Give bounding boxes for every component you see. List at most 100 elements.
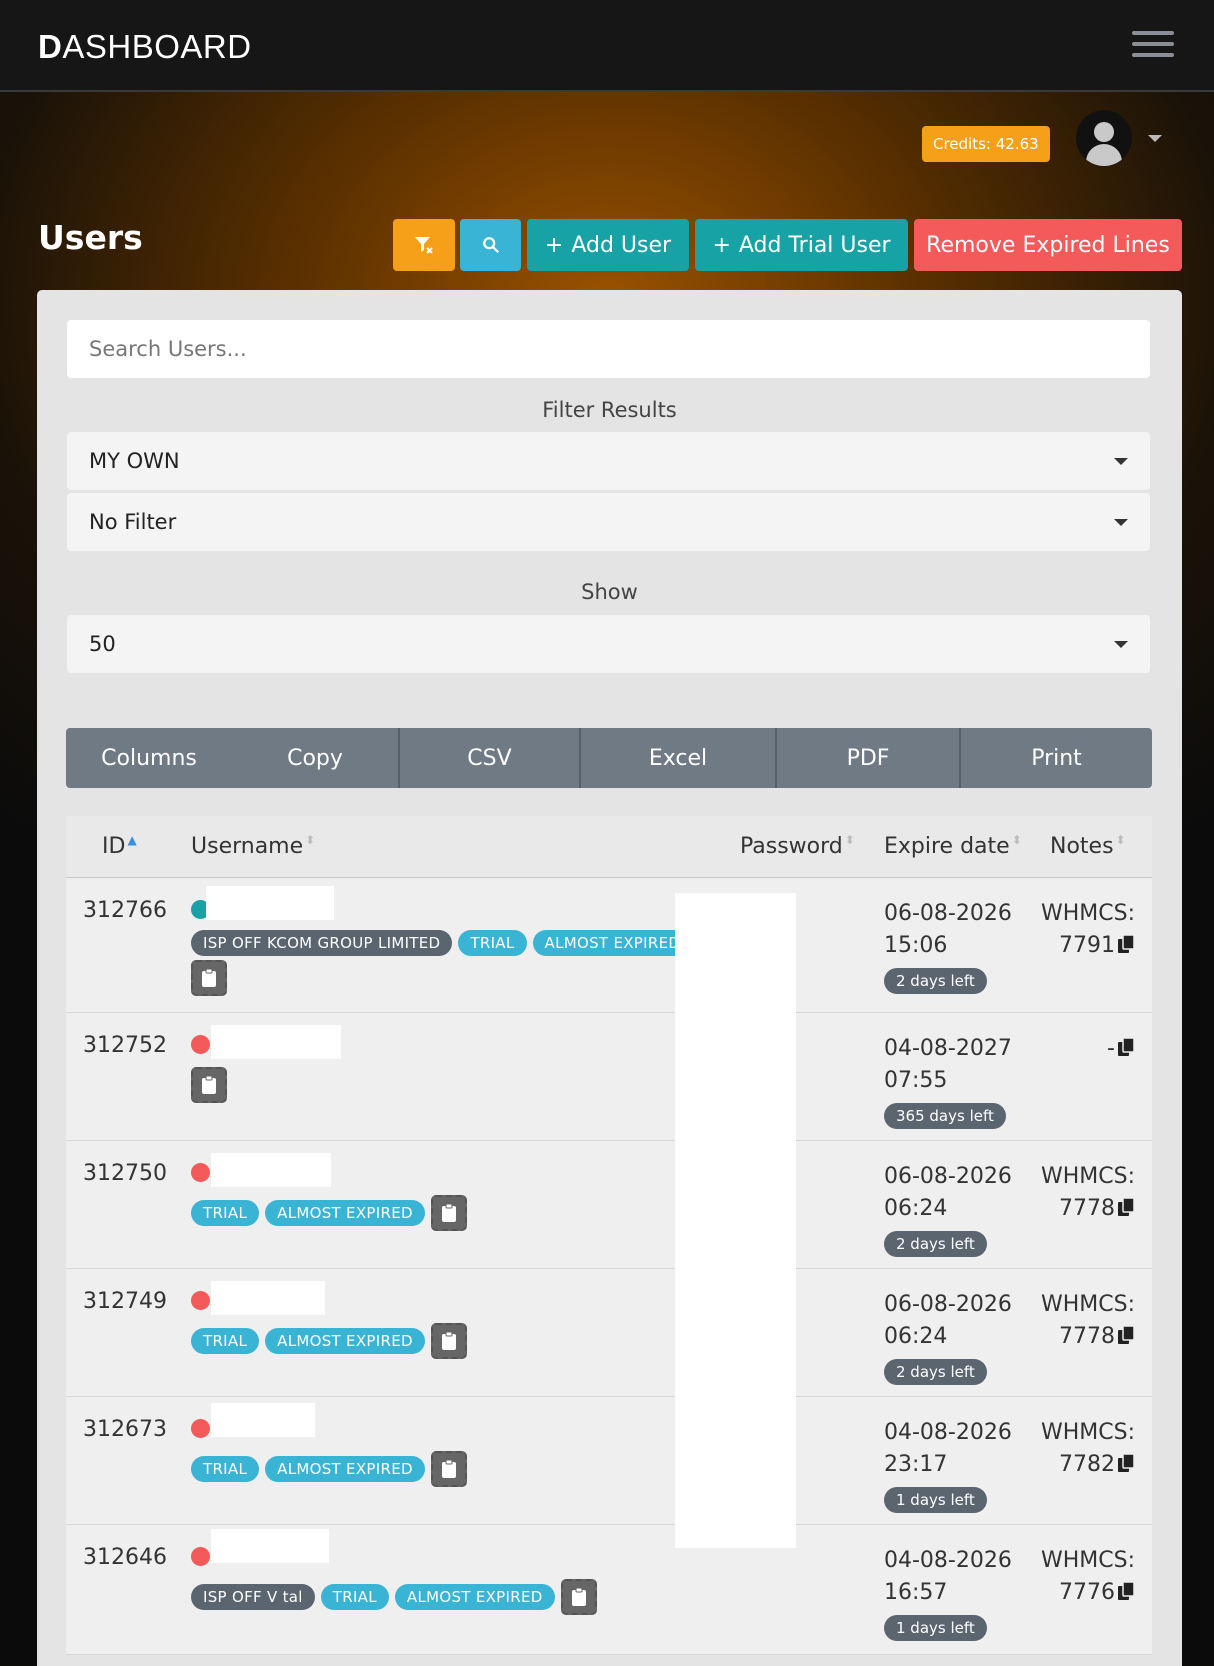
notes-cell: WHMCS: 7782 xyxy=(1041,1417,1135,1481)
hamburger-menu-icon[interactable] xyxy=(1132,31,1174,61)
badge-group: ISP OFF KCOM GROUP LIMITED TRIAL ALMOST EX… xyxy=(191,930,693,956)
filter-clear-icon xyxy=(415,237,433,254)
search-input[interactable] xyxy=(67,320,1150,378)
copy-icon[interactable] xyxy=(1117,1197,1135,1217)
page-size-select[interactable]: 50 xyxy=(67,615,1150,673)
clipboard-icon xyxy=(441,1331,456,1350)
copy-button[interactable]: Copy xyxy=(232,728,398,788)
username-redacted[interactable] xyxy=(211,1403,315,1437)
table-row[interactable]: 312766 ISP OFF KCOM GROUP LIMITED TRIAL ALM… xyxy=(66,878,1152,1013)
copy-icon[interactable] xyxy=(1117,1037,1135,1057)
sort-asc-icon: ▲ xyxy=(127,833,137,847)
brand-logo[interactable]: DASHBOARD xyxy=(38,28,252,66)
column-header-id[interactable]: ID ▲ xyxy=(102,834,137,859)
table-row[interactable]: 312752 04-08-2027 07:55 365 days left - xyxy=(66,1013,1152,1141)
table-body: 312766 ISP OFF KCOM GROUP LIMITED TRIAL ALM… xyxy=(66,878,1152,1655)
notes-cell: - xyxy=(1107,1033,1135,1065)
status-filter-select[interactable]: No Filter xyxy=(67,493,1150,551)
column-header-password[interactable]: Password ⬍ xyxy=(740,834,855,859)
expire-date: 04-08-2026 16:57 1 days left xyxy=(884,1545,1012,1643)
trial-badge: TRIAL xyxy=(191,1456,260,1482)
username-redacted[interactable] xyxy=(211,1025,341,1059)
clipboard-button[interactable] xyxy=(191,960,227,996)
pdf-button[interactable]: PDF xyxy=(775,728,959,788)
username-redacted[interactable] xyxy=(211,1529,329,1563)
notes-value: 7791 xyxy=(1041,930,1135,962)
almost-expired-badge: ALMOST EXPIRED xyxy=(532,930,693,956)
notes-label: WHMCS: xyxy=(1040,1164,1135,1189)
notes-cell: WHMCS: 7778 xyxy=(1041,1161,1135,1225)
status-dot xyxy=(191,1163,210,1182)
add-user-button[interactable]: + Add User xyxy=(527,219,689,271)
expire-date: 04-08-2027 07:55 365 days left xyxy=(884,1033,1012,1131)
status-dot xyxy=(191,1547,210,1566)
chevron-down-icon xyxy=(1114,641,1128,648)
days-left-badge: 2 days left xyxy=(884,968,987,994)
expire-day: 06-08-2026 xyxy=(884,1292,1012,1317)
column-header-notes[interactable]: Notes ⬍ xyxy=(1050,834,1126,859)
owner-select[interactable]: MY OWN xyxy=(67,432,1150,490)
table-row[interactable]: 312646 ISP OFF V tal TRIAL ALMOST EXPIRED 04… xyxy=(66,1525,1152,1655)
users-table: ID ▲ Username ⬍ Password ⬍ Expire date ⬍ Not… xyxy=(66,816,1152,1655)
trial-badge: TRIAL xyxy=(320,1584,389,1610)
clear-filter-button[interactable] xyxy=(393,219,455,271)
copy-icon[interactable] xyxy=(1117,1453,1135,1473)
notes-label: WHMCS: xyxy=(1040,1548,1135,1573)
badge-group: TRIAL ALMOST EXPIRED xyxy=(191,1195,467,1231)
almost-expired-badge: ALMOST EXPIRED xyxy=(265,1328,425,1354)
expire-date: 06-08-2026 06:24 2 days left xyxy=(884,1289,1012,1387)
top-navbar: DASHBOARD xyxy=(0,0,1214,92)
search-icon xyxy=(482,237,499,253)
badge-group: ISP OFF V tal TRIAL ALMOST EXPIRED xyxy=(191,1579,597,1615)
filter-results-label: Filter Results xyxy=(542,398,677,422)
clipboard-icon xyxy=(202,1075,216,1094)
copy-icon[interactable] xyxy=(1117,1581,1135,1601)
clipboard-button[interactable] xyxy=(430,1195,467,1231)
clipboard-button[interactable] xyxy=(560,1579,597,1615)
user-avatar-icon[interactable] xyxy=(1076,110,1132,166)
expire-day: 04-08-2026 xyxy=(884,1548,1012,1573)
clipboard-icon xyxy=(571,1587,586,1606)
username-redacted[interactable] xyxy=(206,886,334,920)
expire-day: 04-08-2027 xyxy=(884,1036,1012,1061)
username-redacted[interactable] xyxy=(211,1153,331,1187)
column-header-username[interactable]: Username ⬍ xyxy=(191,834,315,859)
table-row[interactable]: 312750 TRIAL ALMOST EXPIRED 06-08-2026 06:24… xyxy=(66,1141,1152,1269)
expire-time: 07:55 xyxy=(884,1068,948,1093)
notes-cell: WHMCS: 7778 xyxy=(1041,1289,1135,1353)
username-redacted[interactable] xyxy=(211,1281,325,1315)
search-button[interactable] xyxy=(460,219,521,271)
chevron-down-icon xyxy=(1114,458,1128,465)
status-dot xyxy=(191,1419,210,1438)
trial-badge: TRIAL xyxy=(191,1200,260,1226)
csv-button[interactable]: CSV xyxy=(398,728,579,788)
users-panel: Filter Results MY OWN No Filter Show 50 … xyxy=(37,290,1182,1666)
almost-expired-badge: ALMOST EXPIRED xyxy=(265,1456,425,1482)
expire-time: 15:06 xyxy=(884,933,948,958)
copy-icon[interactable] xyxy=(1117,1325,1135,1345)
sort-icon: ⬍ xyxy=(1011,833,1022,847)
print-button[interactable]: Print xyxy=(959,728,1152,788)
user-id: 312752 xyxy=(83,1033,167,1058)
table-row[interactable]: 312673 TRIAL ALMOST EXPIRED 04-08-2026 23:17… xyxy=(66,1397,1152,1525)
columns-button[interactable]: Columns xyxy=(66,728,232,788)
table-row[interactable]: 312749 TRIAL ALMOST EXPIRED 06-08-2026 06:24… xyxy=(66,1269,1152,1397)
column-header-expire-date[interactable]: Expire date ⬍ xyxy=(884,834,1022,859)
expire-date: 04-08-2026 23:17 1 days left xyxy=(884,1417,1012,1515)
trial-badge: TRIAL xyxy=(191,1328,260,1354)
chevron-down-icon[interactable] xyxy=(1148,135,1162,142)
days-left-badge: 2 days left xyxy=(884,1231,987,1257)
clipboard-icon xyxy=(441,1459,456,1478)
clipboard-button[interactable] xyxy=(430,1451,467,1487)
clipboard-button[interactable] xyxy=(430,1323,467,1359)
remove-expired-lines-button[interactable]: Remove Expired Lines xyxy=(914,219,1182,271)
page-title: Users xyxy=(38,218,143,257)
chevron-down-icon xyxy=(1114,519,1128,526)
copy-icon[interactable] xyxy=(1117,934,1135,954)
clipboard-button[interactable] xyxy=(191,1067,227,1103)
excel-button[interactable]: Excel xyxy=(579,728,775,788)
plus-icon: + xyxy=(544,232,564,258)
notes-value: - xyxy=(1107,1033,1135,1065)
days-left-badge: 2 days left xyxy=(884,1359,987,1385)
add-trial-user-button[interactable]: + Add Trial User xyxy=(695,219,908,271)
